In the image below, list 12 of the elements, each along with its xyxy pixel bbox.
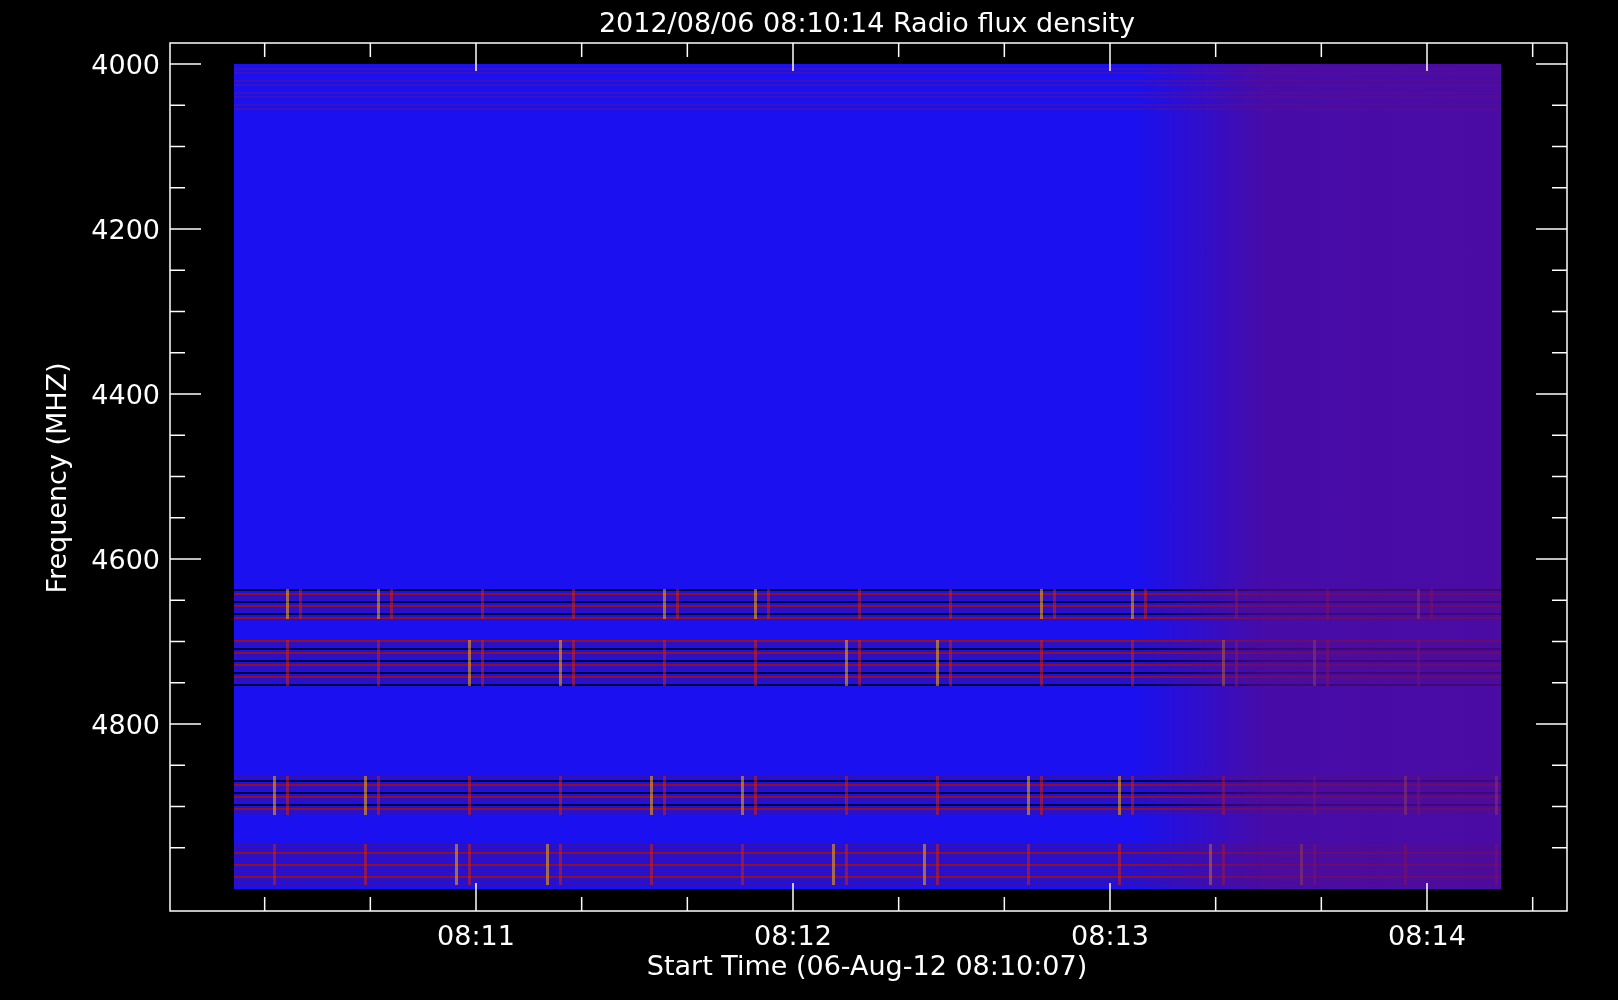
y-tick-label: 4600 [91, 544, 160, 575]
x-tick-label: 08:12 [754, 920, 832, 951]
x-axis-label: Start Time (06-Aug-12 08:10:07) [646, 950, 1088, 981]
y-axis-label: Frequency (MHZ) [41, 362, 72, 594]
y-tick-label: 4200 [91, 214, 160, 245]
x-tick-label: 08:14 [1388, 920, 1466, 951]
y-tick-label: 4000 [91, 49, 160, 80]
x-tick-label: 08:11 [437, 920, 515, 951]
y-tick-label: 4400 [91, 379, 160, 410]
chart-title: 2012/08/06 08:10:14 Radio flux density [598, 7, 1136, 38]
x-tick-label: 08:13 [1071, 920, 1149, 951]
y-tick-label: 4800 [91, 709, 160, 740]
